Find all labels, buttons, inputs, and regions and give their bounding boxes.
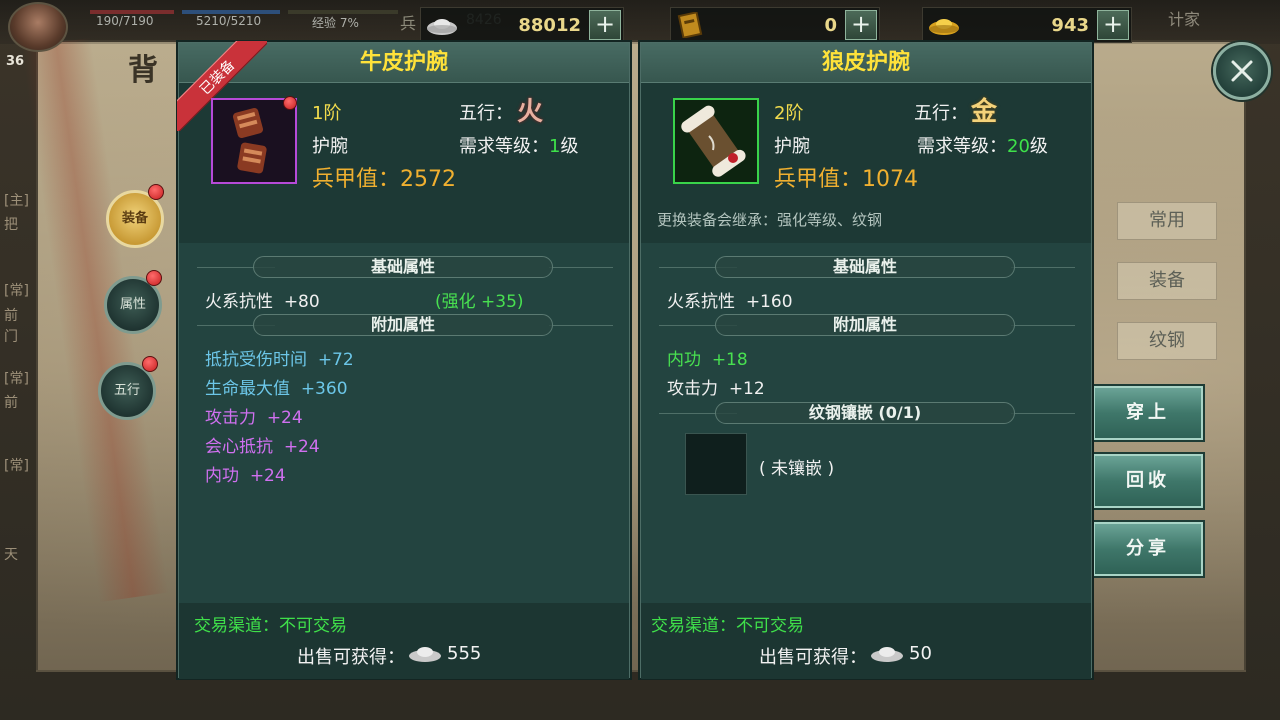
compare-item-panel: 狼皮护腕 2阶 五行： 金 护腕 需求等级：20级 兵甲值：1074 更换装备会… <box>640 42 1092 679</box>
sell-value: 50 <box>909 643 932 664</box>
item-icon-frame[interactable] <box>673 98 759 184</box>
sell-value: 555 <box>447 643 482 664</box>
item-tier: 2阶 <box>774 103 804 124</box>
extra-attr-row: 内功 +18 <box>667 350 748 370</box>
chat-channel-tag: [常] <box>4 283 29 299</box>
chat-channel-tag: [主] <box>4 193 29 209</box>
player-level: 36 <box>6 54 25 69</box>
partial-label: 兵 <box>400 14 417 33</box>
ticket-icon <box>677 12 703 38</box>
close-button[interactable] <box>1213 42 1271 100</box>
mp-text: 5210/5210 <box>196 14 262 28</box>
extra-attr-row: 攻击力 +24 <box>205 408 303 428</box>
base-attributes-header: 基础属性 <box>253 252 553 282</box>
silver-ingot-icon <box>871 647 903 662</box>
wuxing-label: 五行： <box>459 103 513 124</box>
equipped-item-panel: 牛皮护腕 已装备 1阶 五行： 火 护腕 需求等级：1级 兵甲值：2572 基础… <box>177 41 630 679</box>
chat-channel-tag: [常] <box>4 371 29 387</box>
armor-value: 兵甲值：2572 <box>312 167 457 192</box>
extra-attr-row: 攻击力 +12 <box>667 379 765 399</box>
extra-attributes-header: 附加属性 <box>253 310 553 340</box>
metal-element-glyph: 金 <box>971 97 998 127</box>
tab-equipment[interactable]: 装备 <box>1117 262 1217 300</box>
trade-channel: 交易渠道：不可交易 <box>194 616 347 636</box>
add-ticket-button[interactable]: + <box>845 10 877 40</box>
add-silver-button[interactable]: + <box>589 10 621 40</box>
base-attr-row: 火系抗性 +80 <box>205 292 320 312</box>
ticket-amount: 0 <box>824 15 837 36</box>
silver-ingot-icon <box>427 19 457 35</box>
armor-value: 兵甲值：1074 <box>774 167 919 192</box>
item-type: 护腕 <box>774 136 810 157</box>
req-level: 需求等级：1级 <box>459 136 579 157</box>
wolf-bracer-icon <box>681 105 746 177</box>
tab-common[interactable]: 常用 <box>1117 202 1217 240</box>
add-gold-button[interactable]: + <box>1097 10 1129 40</box>
sell-label: 出售可获得： <box>297 647 405 668</box>
inherit-note: 更换装备会继承：强化等级、纹钢 <box>657 211 883 229</box>
leather-bracer-icon <box>232 107 267 174</box>
notification-dot <box>142 356 158 372</box>
notification-dot <box>146 270 162 286</box>
tab-wengang[interactable]: 纹钢 <box>1117 322 1217 360</box>
bag-title-glyph: 背 <box>128 53 158 88</box>
extra-attr-row: 生命最大值 +360 <box>205 379 348 399</box>
player-avatar[interactable] <box>8 2 68 52</box>
share-button[interactable]: 分享 <box>1093 522 1203 576</box>
gold-ingot-icon <box>929 19 959 35</box>
extra-attributes-header: 附加属性 <box>715 310 1015 340</box>
extra-attr-row: 抵抗受伤时间 +72 <box>205 350 354 370</box>
chat-text: 把 <box>4 217 18 233</box>
wear-button[interactable]: 穿上 <box>1093 386 1203 440</box>
item-title: 狼皮护腕 <box>641 43 1091 83</box>
req-level-value: 20 <box>1007 136 1030 157</box>
top-right-text: 计家 <box>1168 10 1201 29</box>
silver-ingot-icon <box>409 647 441 662</box>
gold-currency: 943 + <box>922 7 1132 43</box>
chat-text: 前 <box>4 308 18 324</box>
item-type: 护腕 <box>312 136 348 157</box>
silver-currency: 88012 + <box>420 7 624 43</box>
chat-text: 天 <box>4 547 18 563</box>
ticket-currency: 0 + <box>670 7 880 43</box>
base-attributes-header: 基础属性 <box>715 252 1015 282</box>
gem-socket-header: 纹钢镶嵌 (0/1) <box>715 398 1015 428</box>
item-icon-frame[interactable] <box>211 98 297 184</box>
wuxing-label: 五行： <box>914 103 968 124</box>
gem-socket-slot[interactable] <box>685 433 747 495</box>
gem-socket-empty: ( 未镶嵌 ) <box>759 459 835 479</box>
fire-element-glyph: 火 <box>517 97 544 127</box>
extra-attr-row: 会心抵抗 +24 <box>205 437 320 457</box>
trade-channel: 交易渠道：不可交易 <box>651 616 804 636</box>
chat-text: 门 <box>4 329 18 345</box>
hp-text: 190/7190 <box>96 14 154 28</box>
item-tier: 1阶 <box>312 103 342 124</box>
extra-attr-row: 内功 +24 <box>205 466 286 486</box>
base-attr-row: 火系抗性 +160 <box>667 292 793 312</box>
exp-text: 经验 7% <box>312 16 359 30</box>
req-level-value: 1 <box>549 136 561 157</box>
chat-text: 前 <box>4 395 18 411</box>
req-level: 需求等级：20级 <box>917 136 1048 157</box>
enhance-bonus: (强化 +35) <box>435 292 524 312</box>
sell-label: 出售可获得： <box>759 647 867 668</box>
silver-amount: 88012 <box>518 15 581 36</box>
notification-dot <box>148 184 164 200</box>
new-item-dot <box>283 96 297 110</box>
recycle-button[interactable]: 回收 <box>1093 454 1203 508</box>
close-icon <box>1231 60 1253 82</box>
chat-channel-tag: [常] <box>4 458 29 474</box>
gold-amount: 943 <box>1051 15 1089 36</box>
